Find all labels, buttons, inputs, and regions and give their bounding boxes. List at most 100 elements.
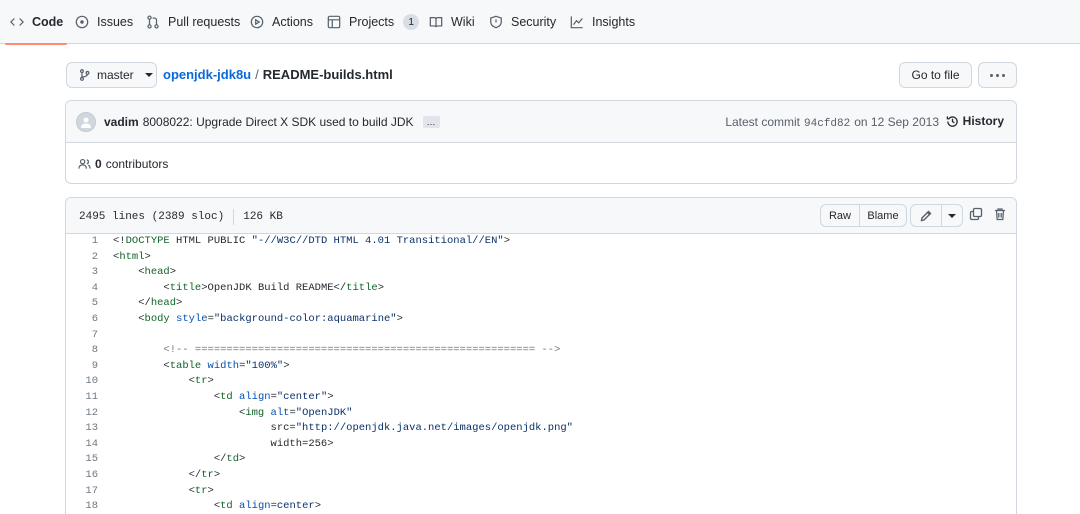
tab-actions[interactable]: Actions	[249, 0, 313, 44]
line-number[interactable]: 7	[66, 328, 98, 344]
contributors-link[interactable]: 0 contributors	[78, 157, 168, 171]
tab-wiki[interactable]: Wiki	[428, 0, 475, 44]
file-name: README-builds.html	[262, 67, 393, 82]
delete-file-button[interactable]	[993, 207, 1007, 221]
play-icon	[249, 14, 265, 30]
latest-commit-label: Latest commit	[725, 115, 801, 129]
code-line: 7	[66, 328, 1016, 344]
line-number[interactable]: 12	[66, 406, 98, 422]
line-content: </head>	[113, 297, 183, 310]
edit-options-dropdown[interactable]	[942, 204, 963, 227]
line-number[interactable]: 13	[66, 421, 98, 437]
tab-pull-requests[interactable]: Pull requests	[145, 0, 240, 44]
copy-icon	[969, 207, 983, 221]
go-to-file-button[interactable]: Go to file	[899, 62, 972, 88]
file-info: 2495 lines (2389 sloc) 126 KB	[79, 209, 283, 225]
caret-down-icon	[144, 73, 153, 77]
pencil-icon	[920, 210, 932, 221]
latest-commit-info: Latest commit 94cfd82 on 12 Sep 2013	[725, 115, 939, 130]
kebab-dot	[1002, 73, 1005, 77]
line-number[interactable]: 10	[66, 374, 98, 390]
tab-label: Security	[511, 15, 557, 29]
tab-label: Wiki	[451, 15, 475, 29]
branch-name: master	[97, 68, 134, 82]
code-view: 1 <!DOCTYPE HTML PUBLIC "-//W3C//DTD HTML…	[66, 234, 1016, 514]
commit-message-link[interactable]: 8008022: Upgrade Direct X SDK used to bu…	[143, 115, 414, 129]
line-number[interactable]: 9	[66, 359, 98, 375]
history-label: History	[962, 114, 1004, 128]
history-button[interactable]: History	[946, 114, 1004, 128]
line-content: src="http://openjdk.java.net/images/open…	[113, 422, 573, 435]
line-number[interactable]: 4	[66, 281, 98, 297]
line-number[interactable]: 15	[66, 452, 98, 468]
table-icon	[326, 14, 342, 30]
line-number[interactable]: 8	[66, 343, 98, 359]
repo-tab-nav: Code Issues Pull requests Actions Projec…	[0, 0, 1080, 45]
commit-message-row: vadim 8008022: Upgrade Direct X SDK used…	[104, 115, 440, 129]
line-number[interactable]: 2	[66, 250, 98, 266]
code-line: 8 <!-- =================================…	[66, 343, 1016, 359]
file-lines-info: 2495 lines (2389 sloc)	[79, 211, 225, 223]
repo-link[interactable]: openjdk-jdk8u	[163, 67, 251, 82]
caret-down-icon	[948, 213, 956, 218]
line-content: width=256>	[113, 437, 334, 450]
tab-label: Actions	[272, 15, 313, 29]
tab-code[interactable]: Code	[4, 0, 68, 45]
expand-commit-button[interactable]: …	[422, 116, 440, 128]
line-content: <html>	[113, 250, 151, 263]
code-line: 4 <title>OpenJDK Build README</title>	[66, 281, 1016, 297]
tab-label: Code	[32, 15, 64, 29]
line-number[interactable]: 6	[66, 312, 98, 328]
file-size: 126 KB	[243, 211, 283, 223]
code-line: 14 width=256>	[66, 437, 1016, 453]
line-content: <body style="background-color:aquamarine…	[113, 312, 403, 325]
branch-select-button[interactable]: master	[66, 62, 157, 88]
edit-file-button[interactable]	[910, 204, 942, 227]
code-line: 9 <table width="100%">	[66, 359, 1016, 375]
commit-sha-link[interactable]: 94cfd82	[804, 118, 850, 130]
people-icon	[78, 158, 91, 169]
user-silhouette-icon	[81, 117, 91, 128]
code-line: 6 <body style="background-color:aquamari…	[66, 312, 1016, 328]
code-line: 11 <td align="center">	[66, 390, 1016, 406]
line-number[interactable]: 3	[66, 265, 98, 281]
line-number[interactable]: 11	[66, 390, 98, 406]
code-line: 5 </head>	[66, 296, 1016, 312]
kebab-horizontal-icon	[990, 73, 993, 77]
code-line: 17 <tr>	[66, 484, 1016, 500]
line-content: <head>	[113, 266, 177, 279]
tab-insights[interactable]: Insights	[569, 0, 635, 44]
latest-commit-box: vadim 8008022: Upgrade Direct X SDK used…	[65, 100, 1017, 184]
contributors-label: contributors	[105, 157, 169, 171]
line-content: <tr>	[113, 375, 214, 388]
code-line: 15 </td>	[66, 452, 1016, 468]
tab-projects[interactable]: Projects 1	[326, 0, 420, 44]
commit-header: vadim 8008022: Upgrade Direct X SDK used…	[66, 101, 1016, 143]
tab-security[interactable]: Security	[488, 0, 556, 44]
blame-button[interactable]: Blame	[860, 204, 907, 227]
tab-label: Issues	[97, 15, 134, 29]
line-number[interactable]: 18	[66, 499, 98, 514]
line-number[interactable]: 14	[66, 437, 98, 453]
tab-label: Insights	[592, 15, 636, 29]
line-content: <tr>	[113, 484, 214, 497]
line-number[interactable]: 17	[66, 484, 98, 500]
avatar[interactable]	[76, 112, 96, 132]
tab-issues[interactable]: Issues	[74, 0, 133, 44]
file-info-divider	[233, 209, 235, 225]
line-content: <td align="center">	[113, 390, 334, 403]
line-number[interactable]: 5	[66, 296, 98, 312]
line-content: <!DOCTYPE HTML PUBLIC "-//W3C//DTD HTML …	[113, 235, 510, 247]
raw-button[interactable]: Raw	[820, 204, 860, 227]
line-number[interactable]: 16	[66, 468, 98, 484]
code-line: 2 <html>	[66, 250, 1016, 266]
line-content: <td align=center>	[113, 500, 321, 513]
copy-raw-button[interactable]	[969, 207, 983, 221]
file-viewer: 2495 lines (2389 sloc) 126 KB Raw Blame …	[65, 197, 1017, 514]
code-line: 10 <tr>	[66, 374, 1016, 390]
commit-date: on 12 Sep 2013	[854, 115, 939, 129]
line-content: <img alt="OpenJDK"	[113, 406, 353, 419]
more-options-button[interactable]	[978, 62, 1017, 88]
line-number[interactable]: 1	[66, 234, 98, 250]
commit-author-link[interactable]: vadim	[104, 115, 139, 129]
